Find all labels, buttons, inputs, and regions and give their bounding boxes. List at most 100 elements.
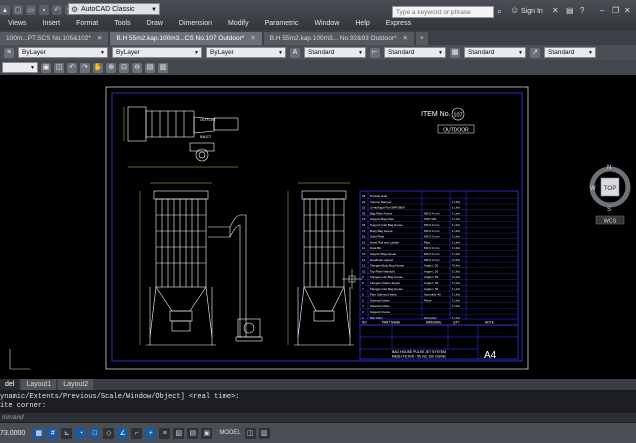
community-icon[interactable]: ▤ [566, 6, 574, 15]
sc-icon[interactable]: ▣ [201, 427, 213, 439]
design-center-icon[interactable]: ▥ [158, 62, 168, 73]
doc-tab-1[interactable]: 100m...PT.SCS No.105&102* ✕ [0, 32, 109, 45]
quickview-drawings-icon[interactable]: ▥ [258, 427, 270, 439]
close-icon[interactable]: ✕ [403, 35, 408, 42]
menu-window[interactable]: Window [306, 18, 347, 29]
user-icon[interactable]: ☺ [510, 5, 519, 15]
linetype-select[interactable]: ByLayer ▼ [112, 47, 202, 58]
text-style-select[interactable]: Standard ▼ [304, 47, 366, 58]
search-input[interactable]: Type a keyword or phrase [392, 6, 494, 18]
menu-insert[interactable]: Insert [35, 18, 69, 29]
3dosnap-icon[interactable]: ◇ [103, 427, 115, 439]
signin-link[interactable]: Sign In [521, 8, 543, 15]
mleader-style-select[interactable]: Standard ▼ [544, 47, 596, 58]
zoom-previous-icon[interactable]: ⊖ [132, 62, 142, 73]
front-view [139, 182, 263, 346]
minimize-icon[interactable]: – [600, 6, 604, 15]
close-icon[interactable]: ✕ [624, 6, 631, 15]
title-line-2: MESH FILTER - 55 m2, 100 m3/min [392, 355, 446, 359]
dyn-icon[interactable]: + [145, 427, 157, 439]
zoom-icon[interactable]: ⊕ [106, 62, 116, 73]
viewcube[interactable]: TOP W S N WCS [588, 163, 632, 225]
layer-icon[interactable]: ≡ [4, 47, 14, 58]
close-icon[interactable]: ✕ [97, 35, 102, 42]
chevron-down-icon: ▼ [151, 7, 157, 13]
zoom-window-icon[interactable]: ⊡ [119, 62, 129, 73]
menu-tools[interactable]: Tools [106, 18, 138, 29]
undo-icon[interactable]: ↶ [67, 62, 77, 73]
pan-icon[interactable]: ✋ [93, 62, 103, 73]
search-icon[interactable]: ⌕ [497, 6, 502, 17]
bom-cell: Flanges Inlet Bag House [370, 287, 403, 291]
bom-cell: 17 [362, 229, 366, 233]
menu-views[interactable]: Views [0, 18, 35, 29]
bom-cell: Flanges Inlet Bag House [370, 275, 403, 279]
snap-icon[interactable]: ▦ [33, 427, 45, 439]
menu-parametric[interactable]: Parametric [257, 18, 307, 29]
menu-help[interactable]: Help [347, 18, 377, 29]
mleader-style-icon: ↗ [530, 47, 540, 58]
layer-previous-icon[interactable]: ◫ [54, 62, 64, 73]
viewcube-south[interactable]: S [607, 207, 611, 213]
otrack-icon[interactable]: ∠ [117, 427, 129, 439]
chevron-down-icon: ▼ [518, 50, 523, 56]
menu-dimension[interactable]: Dimension [171, 18, 220, 29]
color-select[interactable]: ByLayer ▼ [18, 47, 108, 58]
table-style-select[interactable]: Standard ▼ [464, 47, 526, 58]
bom-cell: 1 Unit [452, 281, 460, 285]
ucs-menu[interactable]: WCS [604, 219, 617, 225]
bom-cell: 2 Unit [452, 258, 460, 262]
ortho-icon[interactable]: ⊾ [61, 427, 73, 439]
quickview-layouts-icon[interactable]: ◫ [244, 427, 256, 439]
tab-layout1[interactable]: Layout1 [21, 379, 57, 390]
restore-icon[interactable]: ❐ [612, 6, 619, 15]
menu-express[interactable]: Express [378, 18, 419, 29]
viewcube-face[interactable]: TOP [603, 185, 616, 192]
qp-icon[interactable]: ▤ [187, 427, 199, 439]
bom-cell: 1 Unit [452, 229, 460, 233]
bom-cell: Schedule 40 [424, 293, 441, 297]
viewcube-west[interactable]: W [590, 186, 596, 192]
grid-icon[interactable]: # [47, 427, 59, 439]
undo-icon[interactable]: ↶ [52, 5, 62, 15]
new-icon[interactable]: ▢ [13, 5, 23, 15]
chevron-down-icon: ▼ [30, 65, 35, 71]
layer-select[interactable]: ▼ [2, 62, 38, 73]
bom-cell: 9 [362, 275, 364, 279]
lineweight-icon[interactable]: ≡ [159, 427, 171, 439]
save-icon[interactable]: ▪ [39, 5, 49, 15]
close-icon[interactable]: ✕ [250, 35, 255, 42]
tab-model[interactable]: del [0, 379, 20, 390]
ducs-icon[interactable]: ⌐ [131, 427, 143, 439]
osnap-icon[interactable]: □ [89, 427, 101, 439]
menu-modify[interactable]: Modify [220, 18, 257, 29]
open-icon[interactable]: ▭ [26, 5, 36, 15]
new-tab-button[interactable]: + [416, 32, 428, 45]
help-icon[interactable]: ? [580, 6, 584, 15]
model-label[interactable]: MODEL [219, 430, 240, 436]
viewcube-north[interactable]: N [607, 165, 611, 171]
layer-properties-icon[interactable]: ▣ [41, 62, 51, 73]
drawing-canvas[interactable]: OUTLET INLET ITEM No. 107 OUTDOOR 23 Pro… [0, 75, 636, 377]
doc-tab-3[interactable]: B.H 55m2.kap.100m3... No.92&93 Outdoor* ✕ [263, 32, 415, 45]
bom-cell: 1 Unit [452, 217, 460, 221]
bom-cell: 21 [362, 206, 366, 210]
bom-rows: 23 Provide Hole 22 Volume Damper 1 Unit 21 Cen… [360, 194, 518, 321]
exchange-icon[interactable]: ✕ [552, 6, 559, 15]
menu-draw[interactable]: Draw [139, 18, 171, 29]
polar-icon[interactable]: ◔ [75, 427, 87, 439]
command-input[interactable]: mmand [0, 413, 636, 422]
redo-icon[interactable]: ↷ [80, 62, 90, 73]
app-menu-icon[interactable]: ▲ [0, 5, 10, 15]
transparency-icon[interactable]: ▧ [173, 427, 185, 439]
properties-icon[interactable]: ▤ [145, 62, 155, 73]
bom-cell: Bag Filter Frame [370, 211, 393, 215]
lineweight-select[interactable]: ByLayer ▼ [206, 47, 286, 58]
bom-cell: 1 Unit [452, 211, 460, 215]
dim-style-select[interactable]: Standard ▼ [384, 47, 446, 58]
tab-layout2[interactable]: Layout2 [58, 379, 94, 390]
doc-tab-2[interactable]: B.H 55m2.kap.100m3...CS No.107 Outdoor* ✕ [110, 32, 262, 45]
bom-cell: 1 Unit [452, 246, 460, 250]
menu-format[interactable]: Format [68, 18, 106, 29]
workspace-dropdown[interactable]: ⚙ AutoCAD Classic ▼ [68, 3, 160, 15]
